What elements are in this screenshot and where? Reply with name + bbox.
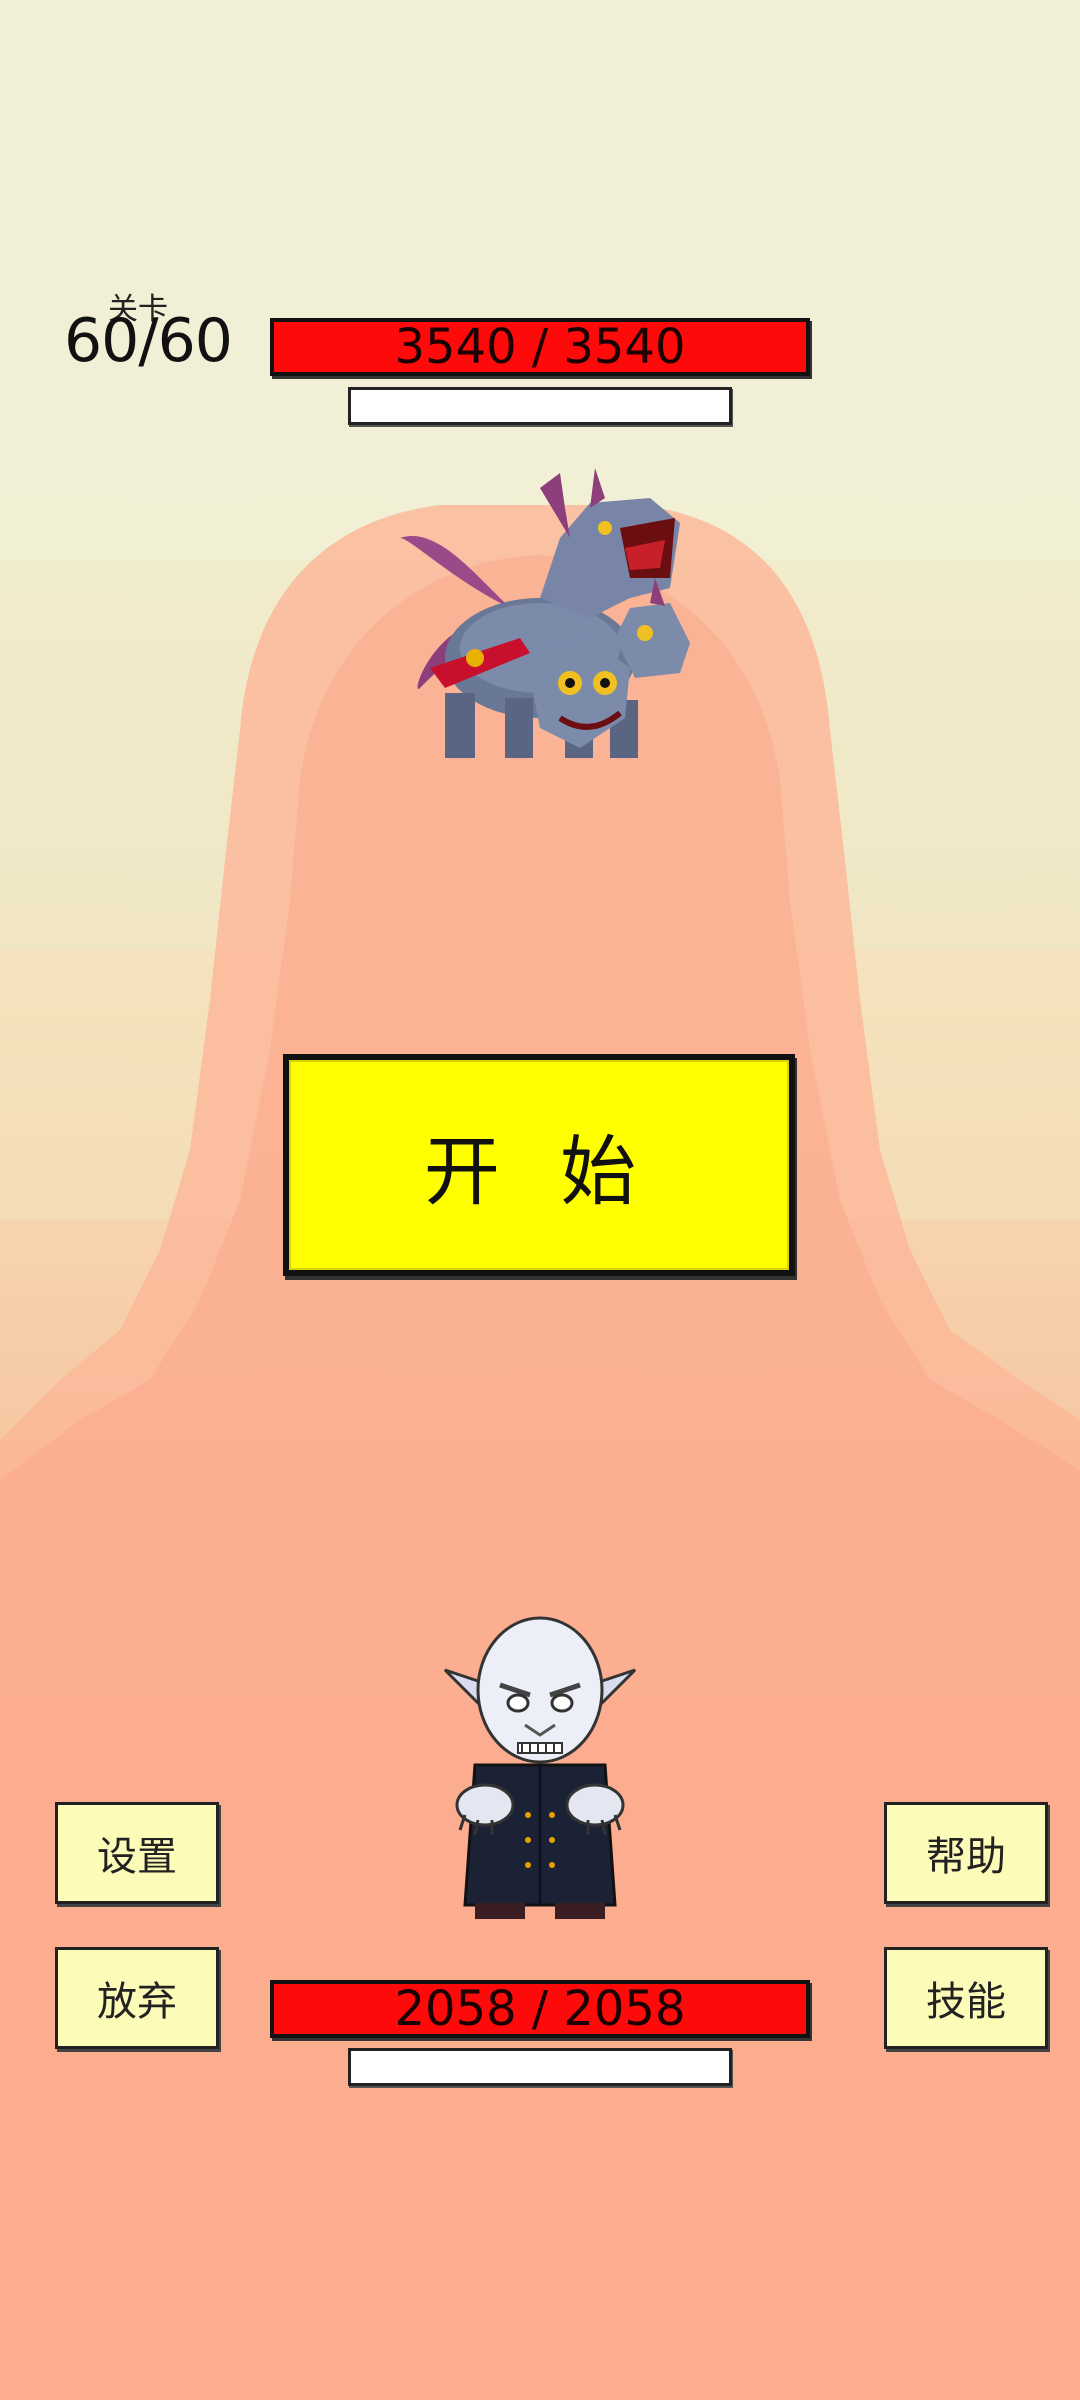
vampire-player-icon: [443, 1616, 637, 1919]
give-up-button[interactable]: 放弃: [55, 1947, 219, 2049]
skills-button[interactable]: 技能: [884, 1947, 1048, 2049]
enemy-energy-bar: [348, 387, 732, 425]
enemy-hp-text: 3540 / 3540: [394, 319, 686, 375]
player-hp-bar: 2058 / 2058: [270, 1980, 810, 2038]
help-button[interactable]: 帮助: [884, 1802, 1048, 1904]
enemy-hp-bar: 3540 / 3540: [270, 318, 810, 376]
game-screen: 关卡 60/60 3540 / 3540 开 始 设置 放弃 帮助 技能 205…: [0, 0, 1080, 2400]
player-hp-text: 2058 / 2058: [394, 1981, 686, 2037]
level-counter: 60/60: [64, 306, 233, 376]
dragon-beast-enemy-icon: [400, 468, 690, 758]
settings-button[interactable]: 设置: [55, 1802, 219, 1904]
start-button[interactable]: 开 始: [283, 1054, 795, 1276]
player-energy-bar: [348, 2048, 732, 2086]
